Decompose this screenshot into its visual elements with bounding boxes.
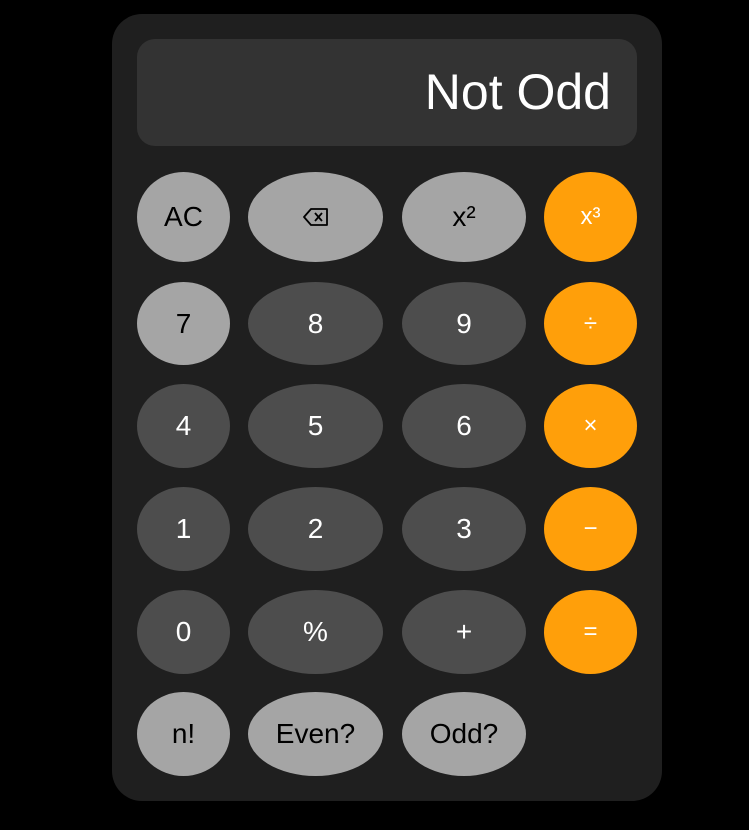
plus-button[interactable]: + — [402, 590, 526, 674]
digit-3-button[interactable]: 3 — [402, 487, 526, 571]
backspace-button[interactable] — [248, 172, 383, 262]
digit-2-button[interactable]: 2 — [248, 487, 383, 571]
factorial-button[interactable]: n! — [137, 692, 230, 776]
even-check-button[interactable]: Even? — [248, 692, 383, 776]
display-value: Not Odd — [424, 64, 611, 120]
multiply-button[interactable]: × — [544, 384, 637, 468]
clear-button[interactable]: AC — [137, 172, 230, 262]
digit-6-button[interactable]: 6 — [402, 384, 526, 468]
digit-0-button[interactable]: 0 — [137, 590, 230, 674]
digit-9-button[interactable]: 9 — [402, 282, 526, 365]
digit-8-button[interactable]: 8 — [248, 282, 383, 365]
percent-button[interactable]: % — [248, 590, 383, 674]
equals-button[interactable]: = — [544, 590, 637, 674]
digit-1-button[interactable]: 1 — [137, 487, 230, 571]
divide-button[interactable]: ÷ — [544, 282, 637, 365]
square-button[interactable]: x² — [402, 172, 526, 262]
odd-check-button[interactable]: Odd? — [402, 692, 526, 776]
digit-4-button[interactable]: 4 — [137, 384, 230, 468]
digit-7-button[interactable]: 7 — [137, 282, 230, 365]
cube-button[interactable]: x³ — [544, 172, 637, 262]
backspace-icon — [302, 208, 329, 226]
display: Not Odd — [137, 39, 637, 146]
digit-5-button[interactable]: 5 — [248, 384, 383, 468]
calculator: Not Odd AC x² x³ 7 8 9 ÷ 4 5 6 × 1 2 3 −… — [112, 14, 662, 801]
minus-button[interactable]: − — [544, 487, 637, 571]
